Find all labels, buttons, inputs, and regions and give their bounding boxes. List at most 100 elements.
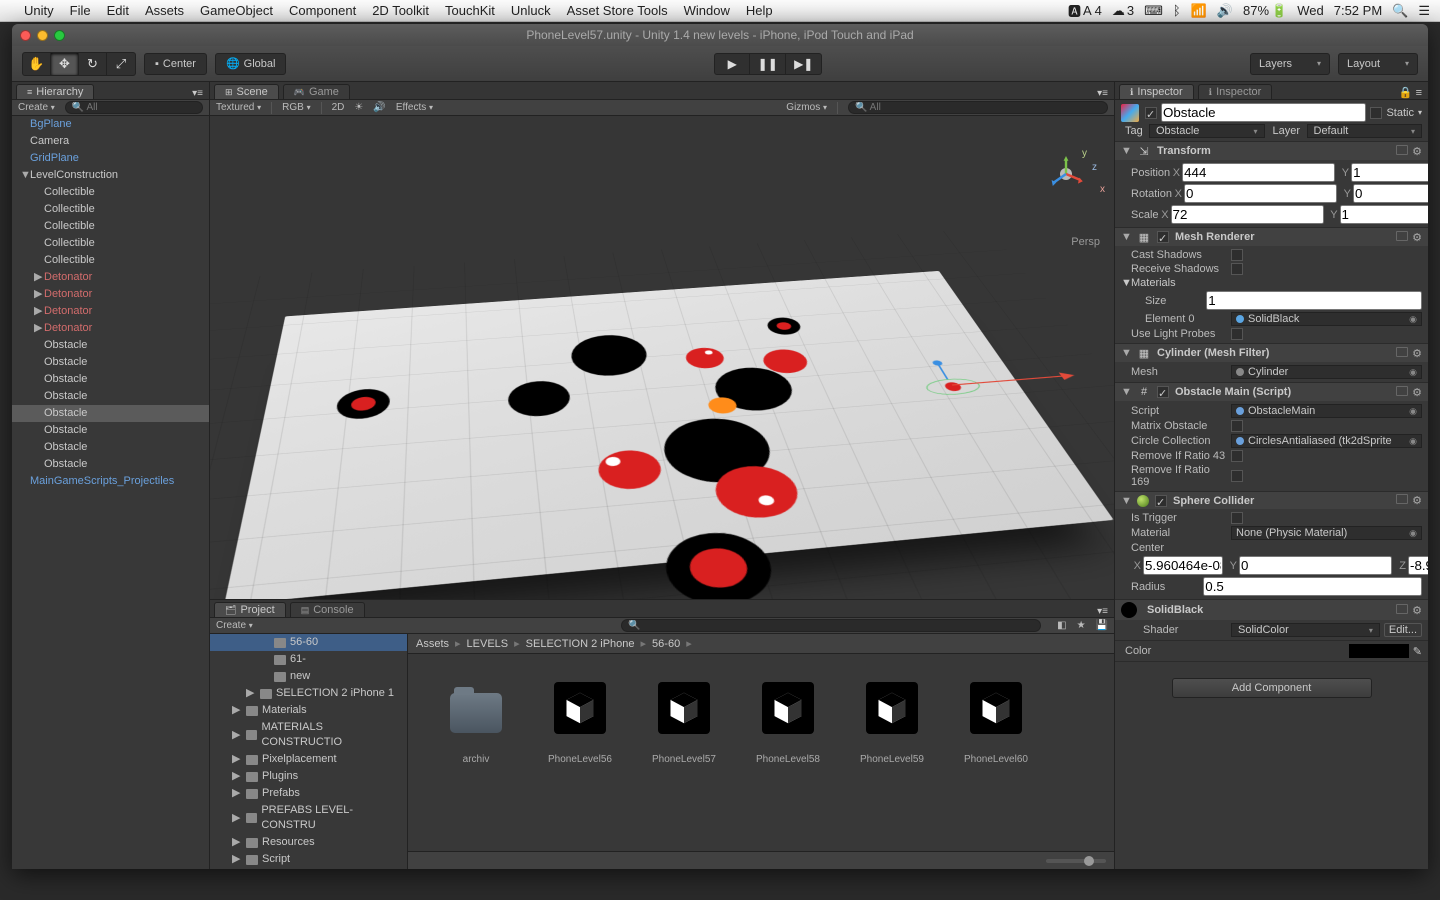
help-icon[interactable] bbox=[1396, 386, 1408, 396]
zoom-button[interactable] bbox=[54, 30, 65, 41]
material-name[interactable]: SolidBlack bbox=[1147, 604, 1390, 616]
space-toggle[interactable]: 🌐Global bbox=[215, 53, 287, 75]
scene-gizmos[interactable]: Gizmos ▾ bbox=[786, 102, 827, 113]
inspector-lock-icon[interactable]: 🔒 ≡ bbox=[1399, 86, 1422, 99]
menu-touchkit[interactable]: TouchKit bbox=[445, 3, 495, 18]
physic-material[interactable]: None (Physic Material)◉ bbox=[1231, 526, 1422, 540]
scene-light-icon[interactable]: ☀ bbox=[354, 102, 363, 113]
menu-edit[interactable]: Edit bbox=[107, 3, 129, 18]
hierarchy-item[interactable]: Obstacle bbox=[12, 439, 209, 456]
pos-y[interactable] bbox=[1351, 163, 1428, 182]
scene-shading[interactable]: Textured ▾ bbox=[216, 102, 261, 113]
close-button[interactable] bbox=[20, 30, 31, 41]
menu-unity[interactable]: Unity bbox=[24, 3, 54, 18]
layout-dropdown[interactable]: Layout▾ bbox=[1338, 53, 1418, 75]
status-notifications-icon[interactable]: ☰ bbox=[1418, 3, 1430, 19]
hierarchy-item[interactable]: Obstacle bbox=[12, 337, 209, 354]
asset-item[interactable]: PhoneLevel60 bbox=[958, 680, 1034, 765]
hierarchy-item[interactable]: Obstacle bbox=[12, 456, 209, 473]
hierarchy-item[interactable]: BgPlane bbox=[12, 116, 209, 133]
hierarchy-item[interactable]: MainGameScripts_Projectiles bbox=[12, 473, 209, 490]
gear-icon[interactable]: ⚙ bbox=[1412, 604, 1422, 617]
projection-label[interactable]: Persp bbox=[1071, 236, 1100, 248]
status-volume-icon[interactable]: 🔊 bbox=[1217, 3, 1233, 19]
pos-x[interactable] bbox=[1182, 163, 1335, 182]
rotate-tool[interactable]: ↻ bbox=[79, 53, 107, 75]
scene-audio-icon[interactable]: 🔊 bbox=[373, 102, 385, 113]
hierarchy-options[interactable]: ▾≡ bbox=[192, 88, 203, 99]
scale-y[interactable] bbox=[1340, 205, 1428, 224]
tab-inspector-2[interactable]: ℹInspector bbox=[1198, 84, 1273, 99]
color-picker-icon[interactable]: ✎ bbox=[1413, 645, 1422, 658]
tab-hierarchy[interactable]: ≡Hierarchy bbox=[16, 84, 94, 99]
pivot-toggle[interactable]: ▪Center bbox=[144, 53, 207, 75]
project-tree-item[interactable]: new bbox=[210, 668, 407, 685]
project-tree-item[interactable]: ▶Resources bbox=[210, 834, 407, 851]
project-tree-item[interactable]: ▶Script bbox=[210, 851, 407, 868]
hierarchy-item[interactable]: Obstacle bbox=[12, 371, 209, 388]
help-icon[interactable] bbox=[1396, 494, 1408, 504]
bc-selection[interactable]: SELECTION 2 iPhone bbox=[526, 638, 635, 650]
center-x[interactable] bbox=[1143, 556, 1223, 575]
asset-item[interactable]: PhoneLevel56 bbox=[542, 680, 618, 765]
project-tree-item[interactable]: ▶SELECTION 2 iPhone 1 bbox=[210, 685, 407, 702]
light-probes[interactable] bbox=[1231, 328, 1243, 340]
project-tree-item[interactable]: ▶Plugins bbox=[210, 768, 407, 785]
menu-window[interactable]: Window bbox=[684, 3, 730, 18]
bc-folder[interactable]: 56-60 bbox=[652, 638, 680, 650]
tab-game[interactable]: 🎮Game bbox=[283, 84, 350, 99]
transform-header[interactable]: Transform bbox=[1157, 145, 1390, 157]
scale-x[interactable] bbox=[1171, 205, 1324, 224]
object-name-field[interactable] bbox=[1161, 103, 1366, 122]
gear-icon[interactable]: ⚙ bbox=[1412, 145, 1422, 158]
obstacle[interactable] bbox=[335, 387, 391, 421]
hierarchy-item[interactable]: ▶Detonator bbox=[12, 303, 209, 320]
scene-2d-toggle[interactable]: 2D bbox=[332, 102, 345, 113]
script-enabled[interactable]: ✓ bbox=[1157, 386, 1169, 398]
meshfilter-header[interactable]: Cylinder (Mesh Filter) bbox=[1157, 347, 1390, 359]
menu-2dtoolkit[interactable]: 2D Toolkit bbox=[372, 3, 429, 18]
active-toggle[interactable]: ✓ bbox=[1145, 107, 1157, 119]
bc-levels[interactable]: LEVELS bbox=[467, 638, 509, 650]
rot-y[interactable] bbox=[1353, 184, 1428, 203]
tab-console[interactable]: ▤Console bbox=[290, 602, 365, 617]
gear-icon[interactable]: ⚙ bbox=[1412, 494, 1422, 507]
menu-assets[interactable]: Assets bbox=[145, 3, 184, 18]
status-cc-icon[interactable]: ☁ 3 bbox=[1112, 3, 1134, 19]
selected-obstacle-gizmo[interactable] bbox=[922, 377, 984, 396]
script-objfield[interactable]: CirclesAntialiased (tk2dSprite◉ bbox=[1231, 434, 1422, 448]
project-filter-icon[interactable]: ◧ bbox=[1057, 620, 1066, 631]
hierarchy-item[interactable]: Collectible bbox=[12, 235, 209, 252]
help-icon[interactable] bbox=[1396, 604, 1408, 614]
hierarchy-search[interactable] bbox=[65, 101, 203, 114]
script-checkbox[interactable] bbox=[1231, 420, 1243, 432]
hierarchy-list[interactable]: BgPlaneCameraGridPlane▼LevelConstruction… bbox=[12, 116, 209, 869]
hierarchy-item[interactable]: Collectible bbox=[12, 201, 209, 218]
gear-icon[interactable]: ⚙ bbox=[1412, 347, 1422, 360]
mesh-field[interactable]: Cylinder◉ bbox=[1231, 365, 1422, 379]
meshrenderer-header[interactable]: Mesh Renderer bbox=[1175, 231, 1390, 243]
collider-enabled[interactable]: ✓ bbox=[1155, 495, 1167, 507]
add-component-button[interactable]: Add Component bbox=[1172, 678, 1372, 698]
cast-shadows[interactable] bbox=[1231, 249, 1243, 261]
script-checkbox[interactable] bbox=[1231, 450, 1243, 462]
status-adobe-icon[interactable]: 🅰 A 4 bbox=[1068, 1, 1102, 20]
shader-edit[interactable]: Edit... bbox=[1384, 623, 1422, 637]
pause-button[interactable]: ❚❚ bbox=[750, 53, 786, 75]
script-checkbox[interactable] bbox=[1231, 470, 1243, 482]
scene-search[interactable] bbox=[848, 101, 1108, 114]
hierarchy-item[interactable]: Camera bbox=[12, 133, 209, 150]
gear-icon[interactable]: ⚙ bbox=[1412, 386, 1422, 399]
detonator[interactable] bbox=[595, 448, 665, 491]
hierarchy-item[interactable]: ▼LevelConstruction bbox=[12, 167, 209, 184]
shader-dropdown[interactable]: SolidColor▾ bbox=[1231, 623, 1380, 637]
project-tree-item[interactable]: ▶Materials bbox=[210, 702, 407, 719]
status-battery[interactable]: 87% 🔋 bbox=[1243, 3, 1287, 19]
project-tree-item[interactable]: ▶PREFABS LEVEL-CONSTRU bbox=[210, 802, 407, 834]
menu-assetstoretools[interactable]: Asset Store Tools bbox=[567, 3, 668, 18]
tab-inspector[interactable]: ℹInspector bbox=[1119, 84, 1194, 99]
center-z[interactable] bbox=[1408, 556, 1428, 575]
asset-item[interactable]: PhoneLevel57 bbox=[646, 680, 722, 765]
hierarchy-item[interactable]: Obstacle bbox=[12, 354, 209, 371]
hand-tool[interactable]: ✋ bbox=[23, 53, 51, 75]
